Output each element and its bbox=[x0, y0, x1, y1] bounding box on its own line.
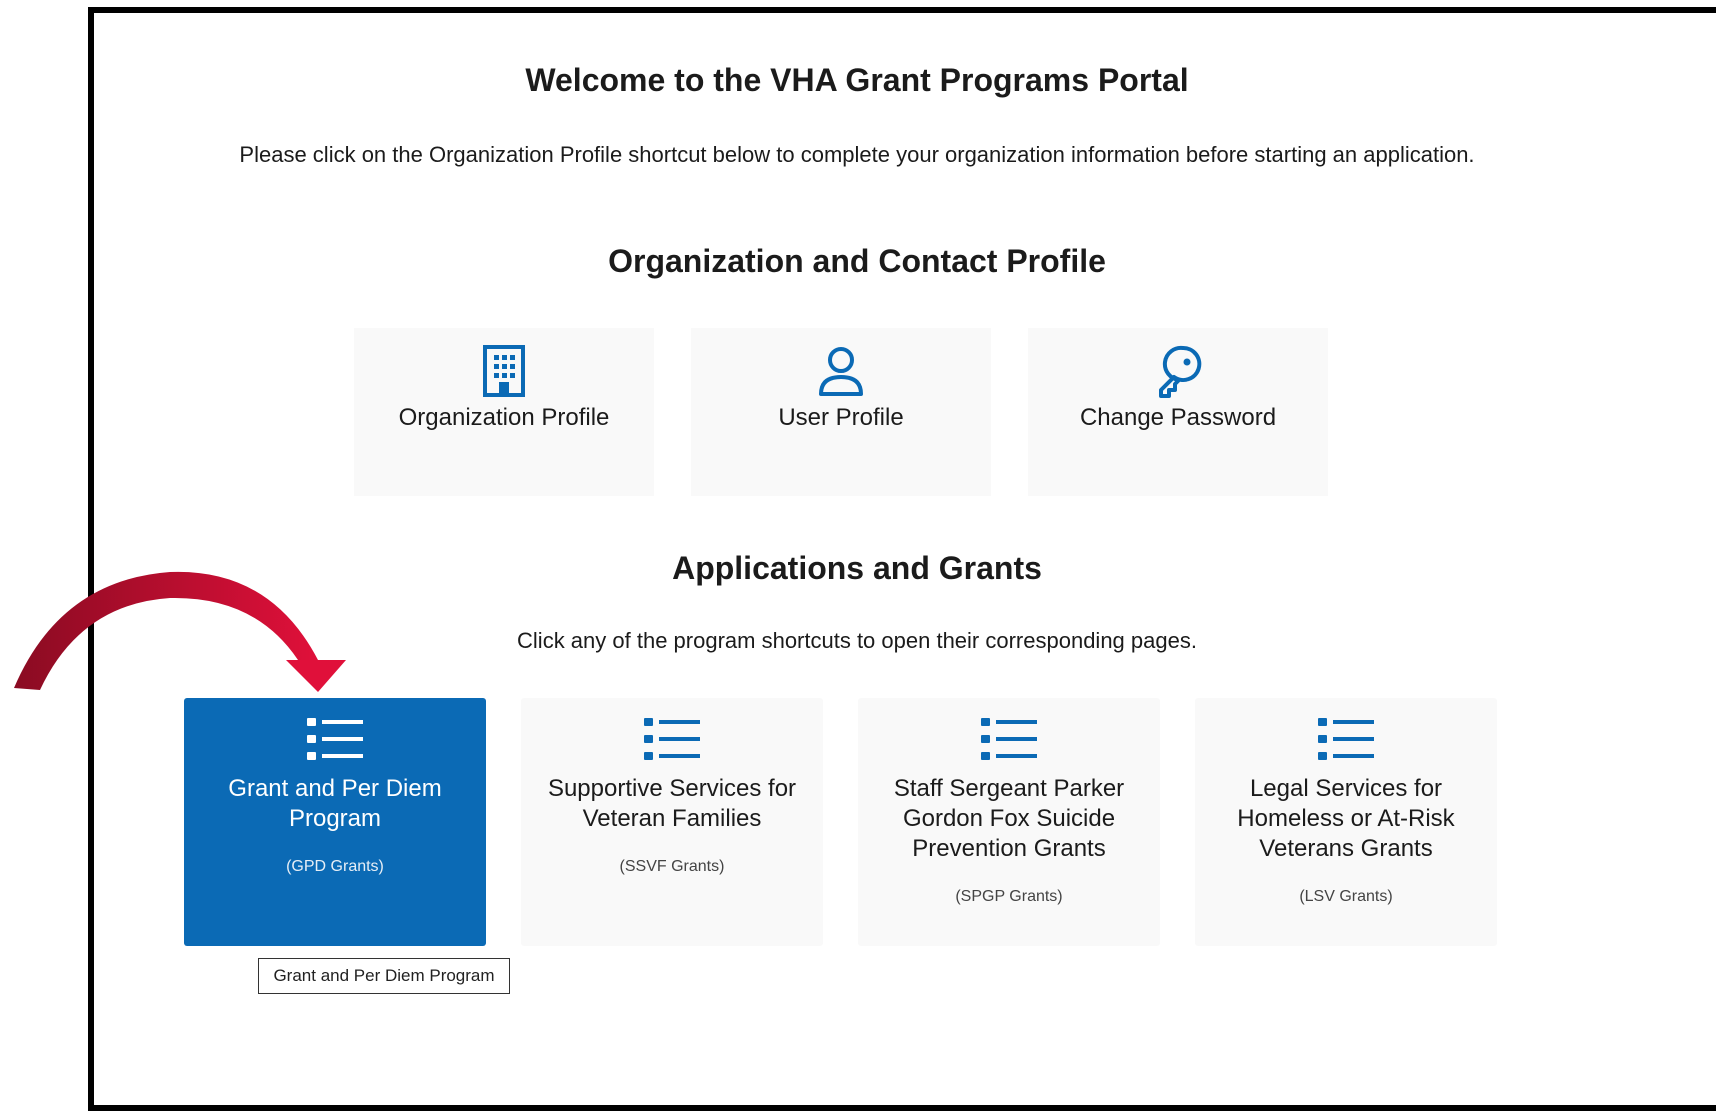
curved-arrow-icon bbox=[14, 571, 346, 692]
program-code-gpd: (GPD Grants) bbox=[286, 858, 384, 875]
program-card-ssvf[interactable]: Supportive Services for Veteran Families… bbox=[521, 698, 823, 946]
intro-text: Please click on the Organization Profile… bbox=[239, 142, 1475, 167]
key-icon bbox=[1159, 345, 1202, 398]
change-password-label: Change Password bbox=[1079, 404, 1277, 431]
user-profile-card[interactable]: User Profile bbox=[691, 328, 991, 496]
program-card-lsv[interactable]: Legal Services for Homeless or At-Risk V… bbox=[1195, 698, 1497, 946]
tooltip: Grant and Per Diem Program bbox=[258, 958, 510, 994]
user-icon bbox=[819, 347, 863, 396]
organization-profile-card[interactable]: Organization Profile bbox=[354, 328, 654, 496]
program-code-lsv: (LSV Grants) bbox=[1299, 888, 1393, 905]
program-code-ssvf: (SSVF Grants) bbox=[619, 858, 725, 875]
organization-profile-label: Organization Profile bbox=[398, 404, 610, 431]
list-icon bbox=[307, 718, 363, 760]
program-title-gpd: Grant and Per Diem Program bbox=[228, 775, 442, 832]
list-icon bbox=[981, 718, 1037, 760]
change-password-card[interactable]: Change Password bbox=[1028, 328, 1328, 496]
building-icon bbox=[483, 345, 525, 397]
list-icon bbox=[644, 718, 700, 760]
program-title-ssvf: Supportive Services for Veteran Families bbox=[547, 775, 797, 832]
program-title-lsv: Legal Services for Homeless or At-Risk V… bbox=[1237, 775, 1455, 862]
page-title: Welcome to the VHA Grant Programs Portal bbox=[525, 62, 1189, 98]
program-title-spgp: Staff Sergeant Parker Gordon Fox Suicide… bbox=[893, 775, 1125, 862]
profile-section-heading: Organization and Contact Profile bbox=[608, 243, 1106, 279]
list-icon bbox=[1318, 718, 1374, 760]
program-card-spgp[interactable]: Staff Sergeant Parker Gordon Fox Suicide… bbox=[858, 698, 1160, 946]
program-code-spgp: (SPGP Grants) bbox=[955, 888, 1063, 905]
program-card-gpd[interactable]: Grant and Per Diem Program (GPD Grants) bbox=[184, 698, 486, 946]
user-profile-label: User Profile bbox=[778, 404, 904, 431]
